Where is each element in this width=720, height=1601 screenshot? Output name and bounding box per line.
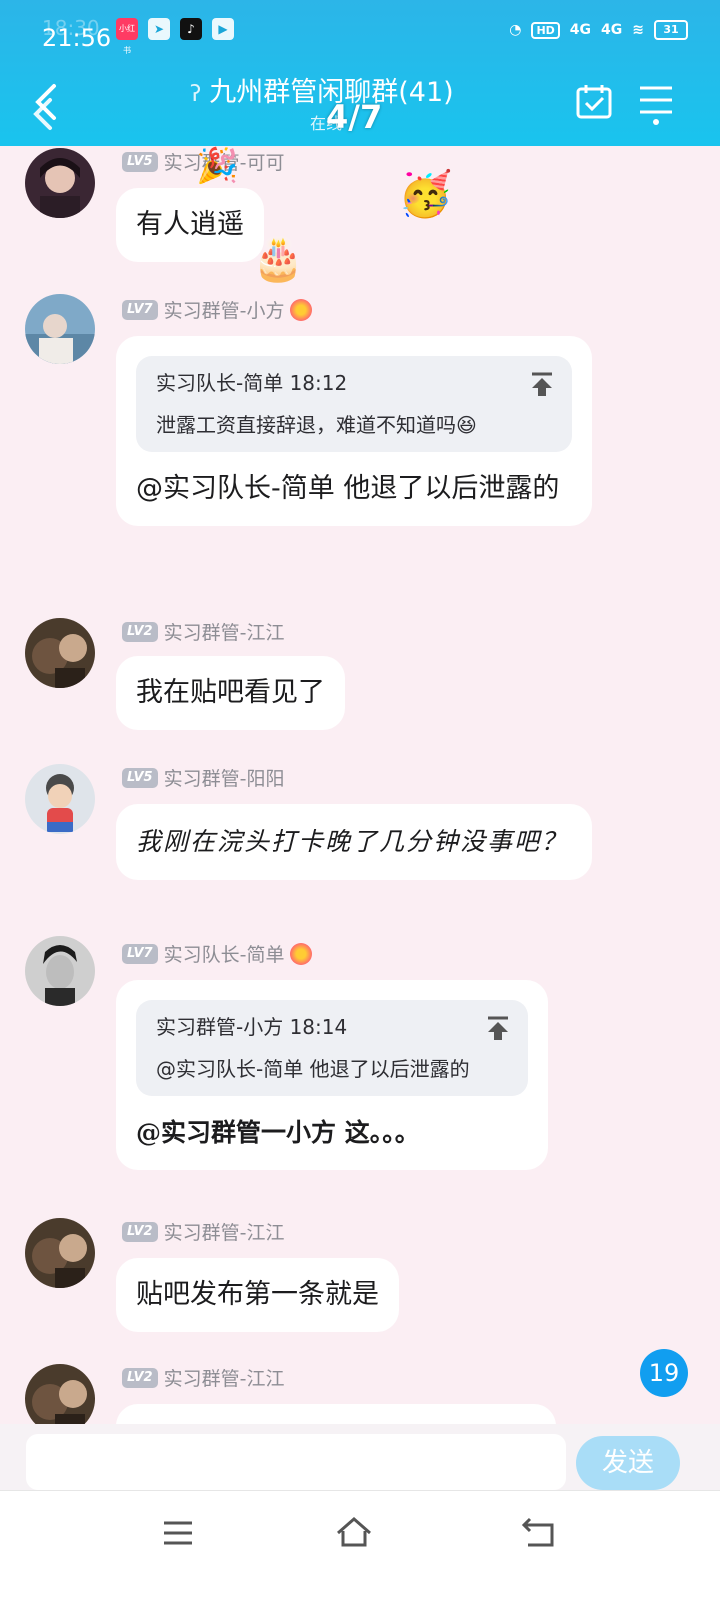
level-badge: LV7 <box>122 299 158 320</box>
level-badge: LV2 <box>122 621 158 642</box>
send-button[interactable]: 发送 <box>576 1436 680 1490</box>
party-popper-icon: 🎉 <box>196 146 239 186</box>
sender-label: 实习队长-简单 <box>163 944 285 966</box>
message-bubble[interactable] <box>116 1404 556 1424</box>
sender-label: 实习群管-阳阳 <box>163 768 285 790</box>
status-icons: ◔ HD 4G 4G ≋ 31 <box>509 20 688 40</box>
quote-author-time: 实习队长-简单 18:12 <box>156 371 348 395</box>
level-badge: LV7 <box>122 943 158 964</box>
quote-text: @实习队长-简单 他退了以后泄露的 <box>156 1057 470 1081</box>
message-text: @实习队长-简单 他退了以后泄露的 <box>136 473 560 504</box>
message-bubble[interactable]: 实习队长-简单 18:12 泄露工资直接辞退，难道不知道吗😆 @实习队长-简单 … <box>116 336 592 526</box>
avatar[interactable] <box>25 936 95 1006</box>
level-badge: LV5 <box>122 767 158 788</box>
sender-label: 实习群管-江江 <box>163 622 285 644</box>
avatar[interactable] <box>25 1218 95 1288</box>
xiaohongshu-icon: 小红书 <box>116 18 138 55</box>
speed-icon: ◔ <box>509 22 522 38</box>
avatar[interactable] <box>25 294 95 364</box>
notification-icons: 小红书 ➤ ♪ ▶ <box>116 18 234 55</box>
level-badge: LV2 <box>122 1221 158 1242</box>
sender-name: LV2 实习群管-江江 <box>122 618 284 645</box>
message-text: 我刚在浣头打卡晚了几分钟没事吧？ <box>136 827 569 856</box>
system-nav-bar <box>0 1490 720 1601</box>
home-icon[interactable] <box>334 1513 374 1553</box>
back-button[interactable] <box>28 80 68 136</box>
level-badge: LV2 <box>122 1367 158 1388</box>
message-text: 贴吧发布第一条就是 <box>136 1279 379 1310</box>
message-bubble[interactable]: 我在贴吧看见了 <box>116 656 345 730</box>
message-bubble[interactable]: 有人逍遥 <box>116 188 264 262</box>
battery-icon: 31 <box>654 20 688 40</box>
ear-icon: ʔ <box>190 82 202 107</box>
avatar[interactable] <box>25 618 95 688</box>
status-time: 21:56 <box>42 24 112 52</box>
wifi-icon: ≋ <box>632 22 644 38</box>
input-bar: 发送 <box>0 1424 720 1490</box>
birthday-cake-icon: 🎂 <box>252 234 305 283</box>
avatar[interactable] <box>25 1364 95 1424</box>
message-bubble[interactable]: 我刚在浣头打卡晚了几分钟没事吧？ <box>116 804 592 880</box>
menu-icon[interactable] <box>638 82 674 126</box>
sender-name: LV2 实习群管-江江 <box>122 1218 284 1245</box>
message-list[interactable]: LV5 实习群管-可可 有人逍遥 🎉 🥳 🎂 LV7 实习群管-小方 实习队长-… <box>0 146 720 1424</box>
message-bubble[interactable]: 贴吧发布第一条就是 <box>116 1258 399 1332</box>
sender-label: 实习群管-江江 <box>163 1222 285 1244</box>
flower-badge-icon <box>290 942 313 965</box>
jump-to-original-icon[interactable] <box>530 372 554 398</box>
calendar-check-icon[interactable] <box>576 83 612 119</box>
flower-badge-icon <box>290 298 313 321</box>
sender-name: LV2 实习群管-江江 <box>122 1364 284 1391</box>
avatar[interactable] <box>25 148 95 218</box>
sender-label: 实习群管-江江 <box>163 1368 285 1390</box>
message-input[interactable] <box>26 1434 566 1490</box>
quoted-message[interactable]: 实习队长-简单 18:12 泄露工资直接辞退，难道不知道吗😆 <box>136 356 572 452</box>
party-face-icon: 🥳 <box>398 169 453 220</box>
quote-author-time: 实习群管-小方 18:14 <box>156 1015 348 1039</box>
back-nav-icon[interactable] <box>520 1513 560 1553</box>
sender-name: LV5 实习群管-阳阳 <box>122 764 284 791</box>
level-badge: LV5 <box>122 151 158 172</box>
quote-text: 泄露工资直接辞退，难道不知道吗😆 <box>156 413 477 437</box>
jump-to-original-icon[interactable] <box>486 1016 510 1042</box>
sender-name: LV7 实习群管-小方 <box>122 296 313 323</box>
avatar[interactable] <box>25 764 95 834</box>
sender-label: 实习群管-小方 <box>163 300 285 322</box>
message-text: 我在贴吧看见了 <box>136 677 325 708</box>
tiktok-icon: ♪ <box>180 18 202 40</box>
message-text: 有人逍遥 <box>136 209 244 240</box>
signal-1-icon: 4G <box>569 22 592 38</box>
telegram-icon: ➤ <box>148 18 170 40</box>
message-text: @实习群管一小方 这。。。 <box>136 1118 420 1147</box>
page-counter: 4/7 <box>326 98 383 136</box>
chat-header: 18:30 21:56 小红书 ➤ ♪ ▶ ◔ HD 4G 4G ≋ 31 ʔ九… <box>0 0 720 146</box>
sender-name: LV7 实习队长-简单 <box>122 940 313 967</box>
message-bubble[interactable]: 实习群管-小方 18:14 @实习队长-简单 他退了以后泄露的 @实习群管一小方… <box>116 980 548 1170</box>
unread-count-badge[interactable]: 19 <box>640 1349 688 1397</box>
signal-2-icon: 4G <box>601 22 623 38</box>
video-icon: ▶ <box>212 18 234 40</box>
hd-icon: HD <box>531 21 560 39</box>
quoted-message[interactable]: 实习群管-小方 18:14 @实习队长-简单 他退了以后泄露的 <box>136 1000 528 1096</box>
recent-apps-icon[interactable] <box>158 1513 198 1553</box>
